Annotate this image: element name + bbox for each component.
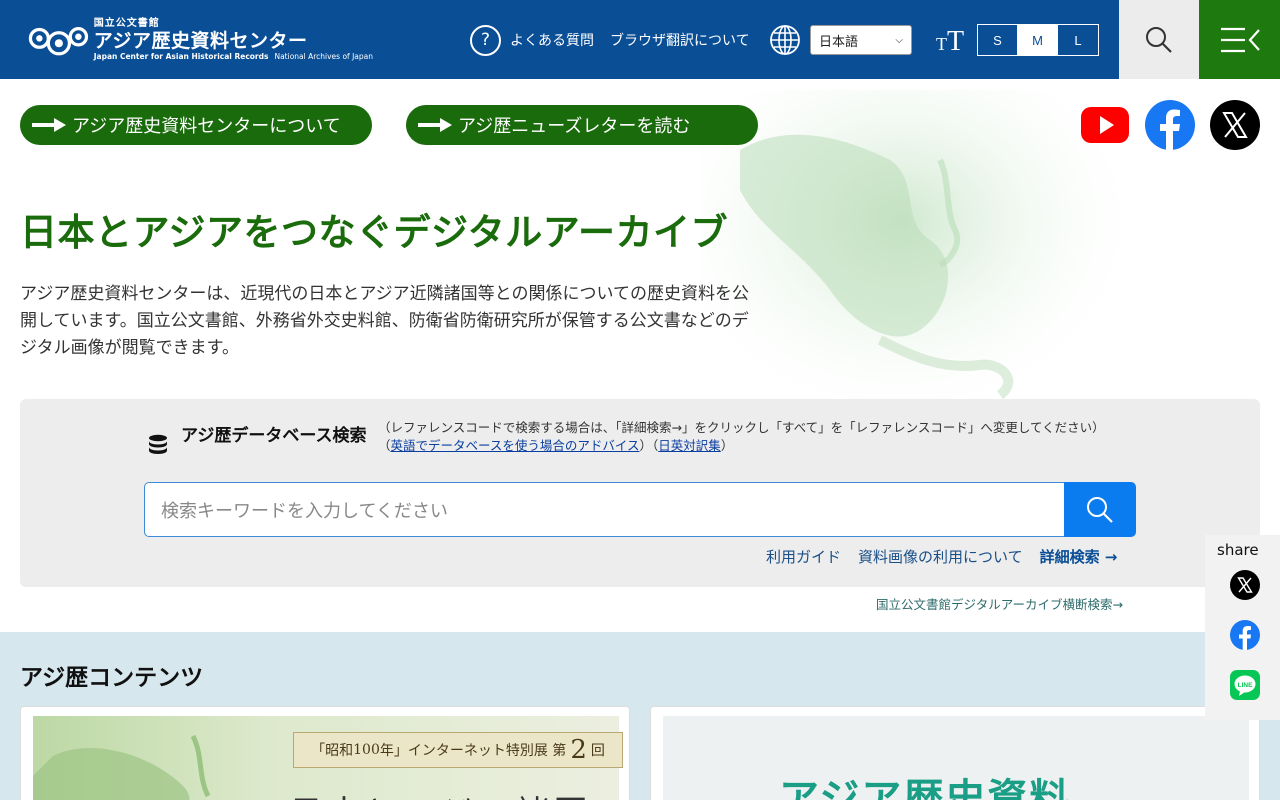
chevron-down-icon: ⌵ [895,34,903,46]
svg-text:LINE: LINE [1238,682,1253,689]
logo-archives-name: National Archives of Japan [274,52,373,61]
font-size-switcher: S M L [977,24,1099,56]
font-size-icon: TT [936,26,965,57]
facebook-icon[interactable] [1145,100,1195,150]
youtube-icon[interactable] [1080,100,1130,150]
language-selected: 日本語 [819,34,859,50]
center-banner: アジア歴史資料 [663,716,1249,800]
content-card[interactable]: 「昭和100年」インターネット特別展 第2回 日本とアジア諸国 [20,706,630,800]
share-label: share [1217,541,1259,559]
search-icon [1087,496,1113,523]
question-icon: ? [470,24,501,56]
line-icon[interactable]: LINE [1230,670,1260,700]
english-advice-link[interactable]: 英語でデータベースを使う場合のアドバイス [391,438,640,453]
glossary-link[interactable]: 日英対訳集 [658,438,721,453]
font-size-medium-button[interactable]: M [1018,25,1058,55]
arrow-right-icon [32,118,66,132]
arrow-right-icon [418,118,452,132]
hero-description: アジア歴史資料センターは、近現代の日本とアジア近隣諸国等との関係についての歴史資… [20,284,749,358]
search-icon [1146,26,1172,53]
newsletter-label: アジ歴ニューズレターを読む [458,116,691,137]
header-search-button[interactable] [1119,0,1199,79]
cross-search-link[interactable]: 国立公文書館デジタルアーカイブ横断検索→ [876,594,1123,613]
exhibition-title: 日本とアジア諸国 [289,786,592,800]
x-icon[interactable] [1210,100,1260,150]
faq-link[interactable]: ? よくある質問 [470,24,594,56]
faq-label: よくある質問 [510,33,594,49]
about-center-link[interactable]: アジア歴史資料センターについて [20,105,372,145]
menu-button[interactable] [1199,0,1280,79]
facebook-icon[interactable] [1230,620,1260,650]
contents-title: アジ歴コンテンツ [20,665,204,691]
menu-icon [1220,27,1260,52]
exhibition-tag: 「昭和 100 年」インターネット特別展 第2回 [293,732,623,768]
search-input[interactable]: 検索キーワードを入力してください [144,482,1066,537]
image-use-link[interactable]: 資料画像の利用について [858,546,1023,567]
font-size-small-button[interactable]: S [978,25,1018,55]
advanced-search-link[interactable]: 詳細検索 → [1040,546,1118,567]
content-card[interactable]: アジア歴史資料 [650,706,1260,800]
usage-guide-link[interactable]: 利用ガイド [766,546,841,567]
browser-translation-link[interactable]: ブラウザ翻訳について [610,30,750,50]
search-note: （レファレンスコードで検索する場合は、「詳細検索→」をクリックし「すべて」を「レ… [378,419,1138,455]
map-illustration [33,734,211,800]
language-select[interactable]: 日本語 ⌵ [810,25,912,55]
logo-wave-icon [28,27,89,56]
logo-site-name: アジア歴史資料センター [93,30,308,52]
about-center-label: アジア歴史資料センターについて [72,116,341,137]
search-button[interactable] [1064,482,1136,537]
database-icon [149,434,167,454]
font-size-large-button[interactable]: L [1058,25,1098,55]
database-search-title: アジ歴データベース検索 [181,426,367,446]
center-banner-title: アジア歴史資料 [779,776,1072,800]
logo-org-name: 国立公文書館 [93,18,160,29]
site-header: 国立公文書館 アジア歴史資料センター Japan Center for Asia… [0,0,1280,79]
search-links: 利用ガイド 資料画像の利用について 詳細検索 → [766,546,1117,567]
page-title: 日本とアジアをつなぐデジタルアーカイブ [20,211,729,254]
exhibition-banner: 「昭和100年」インターネット特別展 第2回 日本とアジア諸国 [33,716,623,800]
database-search-heading: アジ歴データベース検索 [146,424,376,457]
asia-map-background [700,90,1120,410]
reference-code-note: （レファレンスコードで検索する場合は、「詳細検索→」をクリックし「すべて」を「レ… [378,420,1105,435]
globe-icon [770,25,800,55]
logo-english-name: Japan Center for Asian Historical Record… [93,52,269,61]
newsletter-link[interactable]: アジ歴ニューズレターを読む [406,105,758,145]
x-icon[interactable] [1230,570,1260,600]
site-logo[interactable]: 国立公文書館 アジア歴史資料センター Japan Center for Asia… [28,16,373,64]
